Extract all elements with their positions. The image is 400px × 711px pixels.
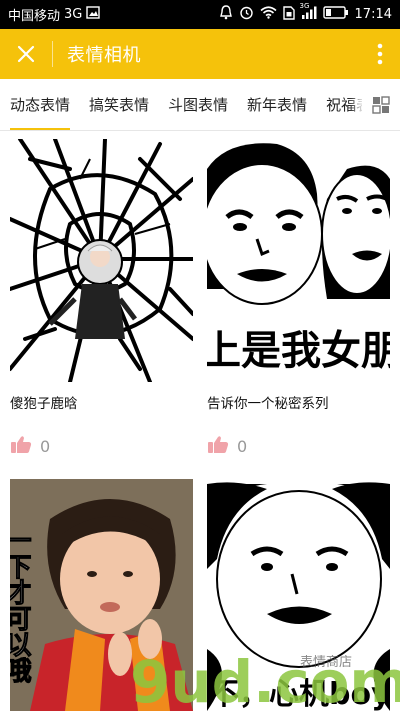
- tab-battle[interactable]: 斗图表情: [168, 79, 228, 130]
- close-button[interactable]: [0, 29, 52, 79]
- sticker-image-cracked-glass[interactable]: [10, 139, 193, 382]
- app-bar-divider: [52, 41, 53, 67]
- signal-network-label: 3G: [299, 2, 310, 10]
- more-options-button[interactable]: [360, 29, 400, 79]
- alarm-clock-icon: [239, 5, 254, 24]
- sticker-card[interactable]: 傻狍子鹿晗 0: [10, 139, 193, 458]
- app-bar: 表情相机: [0, 29, 400, 79]
- status-icons: 3G 17:14: [219, 2, 392, 24]
- battery-icon: [322, 6, 349, 23]
- tab-list: 动态表情 搞笑表情 斗图表情 新年表情 祝福表情: [0, 79, 362, 130]
- sticker-caption: 傻狍子鹿晗: [10, 396, 78, 412]
- page-title: 表情相机: [67, 45, 141, 66]
- like-row: 0: [10, 435, 193, 458]
- site-watermark: 9ud.com 表情商店: [130, 640, 400, 711]
- more-vertical-icon: [377, 43, 383, 65]
- wifi-icon: [260, 6, 277, 23]
- sim-card-icon: [282, 5, 295, 24]
- tab-funny[interactable]: 搞笑表情: [89, 79, 149, 130]
- network-type: 3G: [64, 7, 83, 22]
- child-image-caption: 一下才可以哦: [10, 527, 31, 684]
- sticker-caption: 告诉你一个秘密系列: [207, 396, 329, 412]
- tab-blessing[interactable]: 祝福表情: [326, 79, 362, 130]
- sticker-card[interactable]: 上是我女朋 告诉你一个秘密系列 0: [207, 139, 390, 458]
- sticker-image-panda-secret[interactable]: 上是我女朋: [207, 139, 390, 382]
- carrier-name: 中国移动: [8, 9, 61, 24]
- thumbs-up-icon[interactable]: [10, 435, 32, 458]
- signal-strength-icon: 3G: [300, 2, 317, 23]
- like-count: 0: [40, 437, 51, 456]
- alarm-bell-icon: [219, 5, 233, 24]
- like-row: 0: [207, 435, 390, 458]
- category-tabs: 动态表情 搞笑表情 斗图表情 新年表情 祝福表情: [0, 79, 400, 131]
- screen: 中国移动 3G 3G 17:14 表情相机 动态表情 搞笑表情 斗图表情 新年表…: [0, 0, 400, 711]
- watermark-subtext: 表情商店: [300, 655, 352, 670]
- panda-image-caption: 上是我女朋: [207, 328, 390, 374]
- tab-new-year[interactable]: 新年表情: [247, 79, 307, 130]
- sticker-feed: 傻狍子鹿晗 0 上是我女朋 告诉你一个秘密系列 0 一下才可以哦 不，心机boy: [0, 131, 400, 711]
- close-icon: [17, 45, 35, 63]
- clock-time: 17:14: [354, 7, 392, 22]
- grid-icon: [372, 96, 390, 114]
- grid-view-button[interactable]: [362, 79, 400, 130]
- watermark-logo: 9ud.com: [130, 648, 400, 711]
- thumbs-up-icon[interactable]: [207, 435, 229, 458]
- status-bar: 中国移动 3G 3G 17:14: [0, 0, 400, 29]
- carrier-info: 中国移动 3G: [8, 5, 101, 24]
- like-count: 0: [237, 437, 248, 456]
- image-notification-icon: [86, 6, 101, 23]
- tab-dynamic[interactable]: 动态表情: [10, 79, 71, 130]
